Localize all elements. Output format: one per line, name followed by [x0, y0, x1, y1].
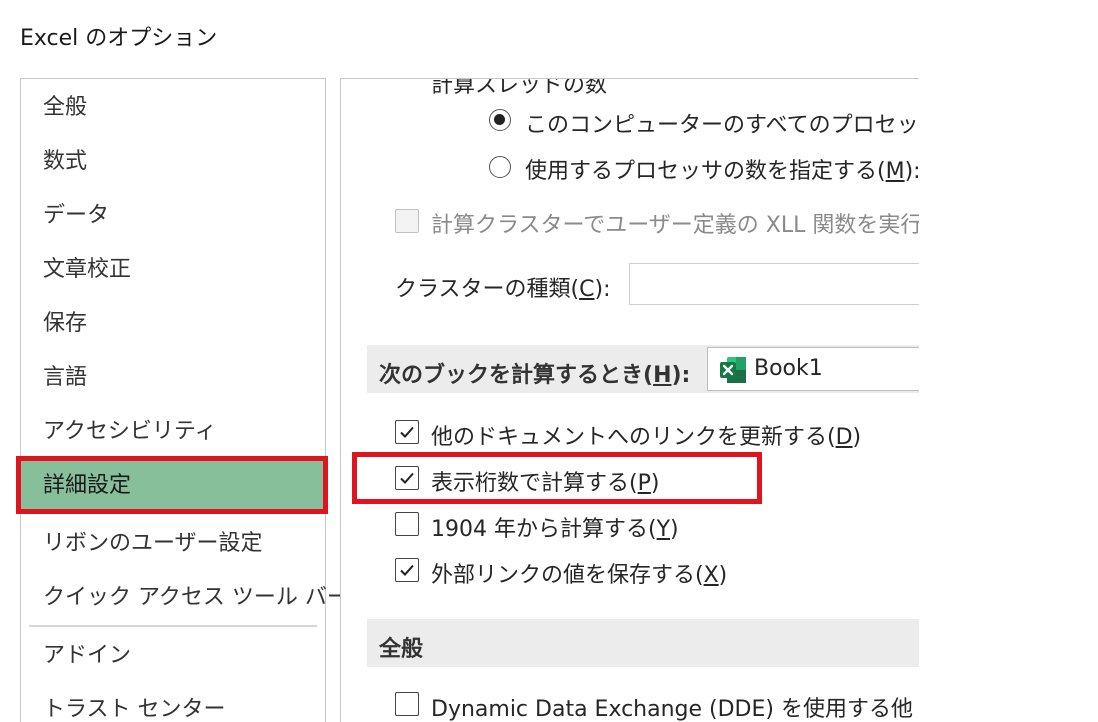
all-processors-radio[interactable]: [489, 109, 511, 131]
date-1904-label[interactable]: 1904 年から計算する(Y): [431, 511, 679, 543]
workbook-select-value: Book1: [754, 356, 823, 381]
threads-heading: 計算スレッドの数: [431, 78, 608, 98]
sidebar-divider: [29, 625, 317, 627]
save-external-links-label[interactable]: 外部リンクの値を保存する(X): [431, 557, 727, 589]
dde-label[interactable]: Dynamic Data Exchange (DDE) を使用する他: [431, 691, 913, 722]
cluster-xll-checkbox[interactable]: [395, 209, 419, 233]
sidebar-item-language[interactable]: 言語: [21, 353, 325, 403]
cluster-xll-label: 計算クラスターでユーザー定義の XLL 関数を実行で: [431, 213, 919, 238]
advanced-highlight-box: [16, 456, 328, 514]
cluster-type-label: クラスターの種類(C):: [395, 277, 611, 302]
specify-processors-label[interactable]: 使用するプロセッサの数を指定する(M):: [525, 153, 919, 185]
sidebar-item-data[interactable]: データ: [21, 191, 325, 241]
sidebar-item-quick-access-toolbar[interactable]: クイック アクセス ツール バー: [21, 573, 349, 623]
checkmark-icon: [400, 426, 414, 438]
update-links-label[interactable]: 他のドキュメントへのリンクを更新する(D): [431, 419, 861, 451]
checkmark-icon: [400, 564, 414, 576]
sidebar-item-general[interactable]: 全般: [21, 83, 325, 133]
general-section: [367, 619, 919, 667]
cluster-type-input[interactable]: [629, 263, 919, 305]
general-section-label: 全般: [379, 637, 424, 662]
sidebar-item-trust-center[interactable]: トラスト センター: [21, 685, 325, 722]
save-external-links-checkbox[interactable]: [395, 558, 419, 582]
excel-options-dialog: Excel のオプション 全般 数式 データ 文章校正 保存 言語 アクセシビリ…: [0, 0, 919, 722]
sidebar-item-accessibility[interactable]: アクセシビリティ: [21, 407, 325, 457]
all-processors-label[interactable]: このコンピューターのすべてのプロセッサを使: [525, 107, 919, 139]
sidebar-item-customize-ribbon[interactable]: リボンのユーザー設定: [21, 519, 325, 569]
advanced-options-pane: 計算スレッドの数 このコンピューターのすべてのプロセッサを使 使用するプロセッサ…: [340, 78, 919, 722]
sidebar-item-formulas[interactable]: 数式: [21, 137, 325, 187]
dde-checkbox[interactable]: [395, 692, 419, 716]
update-links-checkbox[interactable]: [395, 420, 419, 444]
specify-processors-radio[interactable]: [489, 156, 511, 178]
dialog-title: Excel のオプション: [20, 26, 218, 51]
precision-highlight-box: [352, 452, 762, 504]
date-1904-checkbox[interactable]: [395, 512, 419, 536]
sidebar-item-proofing[interactable]: 文章校正: [21, 245, 325, 295]
workbook-select[interactable]: Book1: [707, 347, 919, 391]
sidebar-item-save[interactable]: 保存: [21, 299, 325, 349]
options-sidebar: 全般 数式 データ 文章校正 保存 言語 アクセシビリティ 詳細設定 リボンのユ…: [20, 78, 349, 722]
sidebar-item-add-ins[interactable]: アドイン: [21, 631, 325, 681]
workbook-calc-label: 次のブックを計算するとき(H):: [379, 363, 691, 388]
excel-icon: [720, 357, 746, 383]
